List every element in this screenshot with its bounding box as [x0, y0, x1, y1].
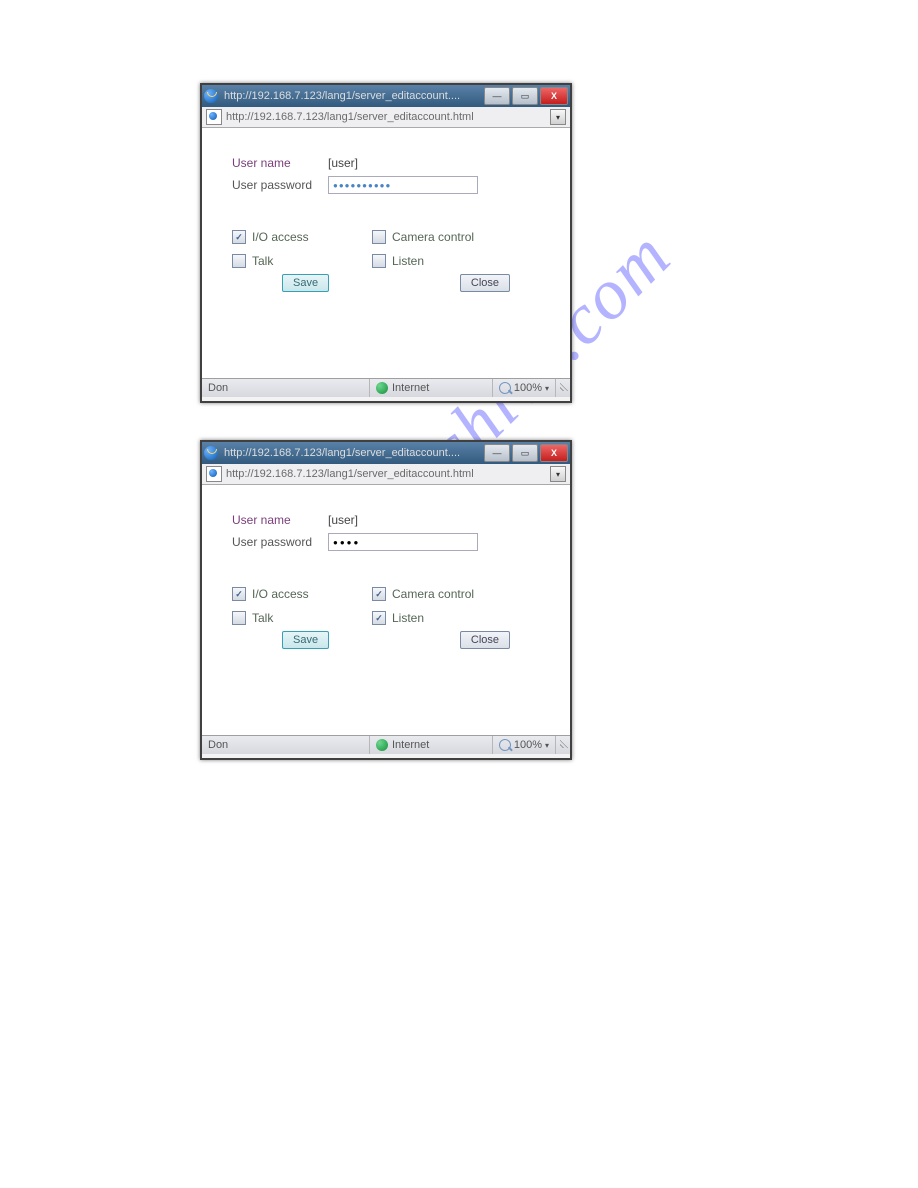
internet-icon — [376, 739, 388, 751]
maximize-button[interactable]: ▭ — [512, 87, 538, 105]
address-bar: http://192.168.7.123/lang1/server_editac… — [202, 464, 570, 485]
camera-control-label: Camera control — [392, 230, 474, 244]
status-bar: Don Internet 100% ▾ — [202, 378, 570, 397]
browser-window-1: http://192.168.7.123/lang1/server_editac… — [200, 83, 572, 403]
minimize-button[interactable]: — — [484, 444, 510, 462]
talk-checkbox[interactable] — [232, 254, 246, 268]
address-text[interactable]: http://192.168.7.123/lang1/server_editac… — [226, 468, 546, 480]
username-value: [user] — [328, 513, 358, 527]
window-controls: — ▭ X — [484, 87, 568, 105]
close-button[interactable]: Close — [460, 274, 510, 292]
window-controls: — ▭ X — [484, 444, 568, 462]
camera-control-checkbox[interactable] — [372, 230, 386, 244]
page-content: User name [user] User password ●●●● I/O … — [202, 485, 570, 735]
favicon-icon — [206, 109, 222, 125]
talk-checkbox[interactable] — [232, 611, 246, 625]
io-access-checkbox[interactable] — [232, 587, 246, 601]
resize-grip[interactable] — [556, 383, 570, 393]
status-left: Don — [202, 379, 370, 397]
close-window-button[interactable]: X — [540, 444, 568, 462]
ie-icon — [204, 89, 218, 103]
internet-icon — [376, 382, 388, 394]
ie-icon — [204, 446, 218, 460]
status-zone-label: Internet — [392, 382, 429, 394]
username-value: [user] — [328, 156, 358, 170]
listen-checkbox[interactable] — [372, 254, 386, 268]
page-content: User name [user] User password ●●●●●●●●●… — [202, 128, 570, 378]
zoom-control[interactable]: 100% ▾ — [493, 379, 556, 397]
status-zone: Internet — [370, 379, 493, 397]
close-window-button[interactable]: X — [540, 87, 568, 105]
zoom-level: 100% — [514, 739, 542, 751]
status-left: Don — [202, 736, 370, 754]
save-button[interactable]: Save — [282, 274, 329, 292]
window-title: http://192.168.7.123/lang1/server_editac… — [224, 447, 484, 459]
titlebar: http://192.168.7.123/lang1/server_editac… — [202, 85, 570, 107]
minimize-button[interactable]: — — [484, 87, 510, 105]
titlebar: http://192.168.7.123/lang1/server_editac… — [202, 442, 570, 464]
address-dropdown[interactable]: ▾ — [550, 466, 566, 482]
address-bar: http://192.168.7.123/lang1/server_editac… — [202, 107, 570, 128]
magnifier-icon — [499, 382, 511, 394]
address-text[interactable]: http://192.168.7.123/lang1/server_editac… — [226, 111, 546, 123]
zoom-level: 100% — [514, 382, 542, 394]
username-label: User name — [232, 156, 328, 170]
camera-control-label: Camera control — [392, 587, 474, 601]
io-access-checkbox[interactable] — [232, 230, 246, 244]
zoom-dropdown-icon: ▾ — [545, 741, 549, 750]
status-bar: Don Internet 100% ▾ — [202, 735, 570, 754]
io-access-label: I/O access — [252, 230, 309, 244]
password-label: User password — [232, 535, 328, 549]
window-title: http://192.168.7.123/lang1/server_editac… — [224, 90, 484, 102]
camera-control-checkbox[interactable] — [372, 587, 386, 601]
address-dropdown[interactable]: ▾ — [550, 109, 566, 125]
listen-label: Listen — [392, 254, 424, 268]
save-button[interactable]: Save — [282, 631, 329, 649]
zoom-control[interactable]: 100% ▾ — [493, 736, 556, 754]
password-label: User password — [232, 178, 328, 192]
password-dots: ●●●● — [333, 538, 360, 547]
browser-window-2: http://192.168.7.123/lang1/server_editac… — [200, 440, 572, 760]
close-button[interactable]: Close — [460, 631, 510, 649]
status-zone: Internet — [370, 736, 493, 754]
talk-label: Talk — [252, 611, 273, 625]
password-input[interactable]: ●●●● — [328, 533, 478, 551]
magnifier-icon — [499, 739, 511, 751]
status-zone-label: Internet — [392, 739, 429, 751]
listen-checkbox[interactable] — [372, 611, 386, 625]
zoom-dropdown-icon: ▾ — [545, 384, 549, 393]
password-input[interactable]: ●●●●●●●●●● — [328, 176, 478, 194]
io-access-label: I/O access — [252, 587, 309, 601]
password-dots: ●●●●●●●●●● — [333, 181, 391, 190]
listen-label: Listen — [392, 611, 424, 625]
username-label: User name — [232, 513, 328, 527]
resize-grip[interactable] — [556, 740, 570, 750]
maximize-button[interactable]: ▭ — [512, 444, 538, 462]
favicon-icon — [206, 466, 222, 482]
talk-label: Talk — [252, 254, 273, 268]
